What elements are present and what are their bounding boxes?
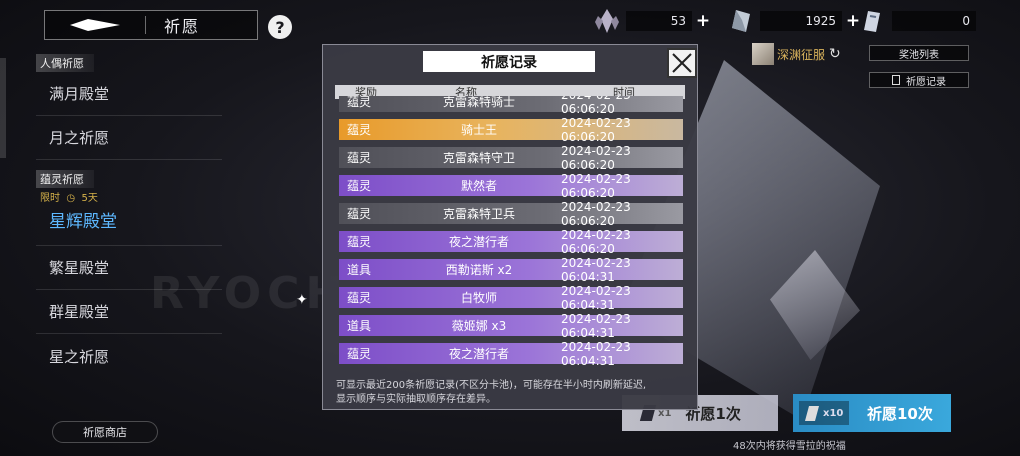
refresh-icon[interactable]: ↻: [829, 46, 841, 62]
abyss-conquest[interactable]: 深渊征服 ↻: [752, 43, 841, 65]
record-name: 夜之潜行者: [448, 347, 509, 361]
record-time: 2024-02-23 06:04:31: [561, 311, 631, 340]
record-note: 可显示最近200条祈愿记录(不区分卡池)，可能存在半小时内刷新延迟, 显示顺序与…: [336, 379, 691, 407]
record-type: 蕴灵: [347, 207, 372, 221]
record-row: 蕴灵 默然者 2024-02-23 06:06:20: [339, 172, 683, 200]
currency-gem: 1925 +: [728, 10, 862, 32]
section-label-doll: 人偶祈愿: [36, 54, 94, 72]
gem-icon: [732, 10, 750, 32]
record-row: 蕴灵 白牧师 2024-02-23 06:04:31: [339, 284, 683, 312]
limited-time-badge: 限时 ◷ 5天: [36, 189, 222, 204]
avatar: [752, 43, 774, 65]
record-name: 默然者: [460, 179, 497, 193]
record-name: 克雷森特卫兵: [442, 207, 515, 221]
clock-icon: ◷: [63, 193, 79, 204]
close-button[interactable]: [667, 48, 697, 78]
pray-ten-cost: x10: [823, 407, 844, 419]
pool-list-button[interactable]: 奖池列表: [869, 45, 969, 61]
record-row: 道具 西勒诺斯 x2 2024-02-23 06:04:31: [339, 256, 683, 284]
crystal-count: 53: [626, 11, 692, 31]
sparkle-icon: ✦: [296, 292, 308, 308]
record-type: 蕴灵: [347, 179, 372, 193]
currency-crystal: 53 +: [594, 9, 712, 33]
sidebar-item-starlight-hall[interactable]: 星辉殿堂: [36, 204, 222, 234]
record-time: 2024-02-23 06:06:20: [561, 171, 631, 200]
record-time: 2024-02-23 06:06:20: [561, 115, 631, 144]
record-time: 2024-02-23 06:06:20: [561, 96, 631, 116]
record-name: 夜之潜行者: [448, 235, 509, 249]
close-icon: [672, 53, 692, 73]
sidebar-item-star-prayer[interactable]: 星之祈愿: [36, 334, 222, 378]
record-row: 蕴灵 夜之潜行者 2024-02-23 06:06:20: [339, 228, 683, 256]
pray-ten-label: 祈愿10次: [867, 404, 933, 423]
ticket-icon: [864, 11, 880, 32]
prayer-shop-button[interactable]: 祈愿商店: [52, 421, 158, 443]
record-name: 克雷森特骑士: [442, 96, 515, 109]
record-row: 道具 薇姬娜 x3 2024-02-23 06:04:31: [339, 312, 683, 340]
record-type: 蕴灵: [347, 151, 372, 165]
record-time: 2024-02-23 06:04:31: [561, 283, 631, 312]
section-label-spirit: 蕴灵祈愿: [36, 170, 94, 188]
crystal-icon: [595, 9, 619, 33]
dialog-title: 祈愿记录: [423, 51, 595, 72]
prayer-record-label: 祈愿记录: [906, 76, 946, 88]
record-time: 2024-02-23 06:06:20: [561, 143, 631, 172]
sidebar: 人偶祈愿 满月殿堂 月之祈愿 蕴灵祈愿 限时 ◷ 5天 星辉殿堂 繁星殿堂 群星…: [36, 52, 222, 378]
divider: [145, 16, 146, 34]
record-row: 蕴灵 克雷森特卫兵 2024-02-23 06:06:20: [339, 200, 683, 228]
back-arrow-icon[interactable]: [45, 11, 145, 39]
record-type: 蕴灵: [347, 96, 372, 109]
limit-days: 5天: [81, 193, 98, 204]
record-name: 薇姬娜 x3: [451, 319, 507, 333]
record-row: 蕴灵 骑士王 2024-02-23 06:06:20: [339, 116, 683, 144]
page-title: 祈愿: [164, 17, 201, 36]
pray-ten-button[interactable]: x10 祈愿10次: [793, 394, 951, 432]
side-drawer-handle[interactable]: [0, 58, 6, 158]
currency-ticket: 0: [860, 11, 976, 32]
record-name: 白牧师: [460, 291, 497, 305]
record-list[interactable]: 蕴灵克雷森特骑士2024-02-23 06:06:20蕴灵骑士王2024-02-…: [337, 96, 683, 370]
record-row: 蕴灵 克雷森特守卫 2024-02-23 06:06:20: [339, 144, 683, 172]
sidebar-item-many-stars-hall[interactable]: 繁星殿堂: [36, 246, 222, 290]
record-time: 2024-02-23 06:04:31: [561, 339, 631, 368]
prayer-record-dialog: 祈愿记录 奖励 名称 时间 蕴灵克雷森特骑士2024-02-23 06:06:2…: [322, 44, 698, 410]
ticket-count: 0: [892, 11, 976, 31]
abyss-label: 深渊征服: [777, 47, 826, 62]
prayer-record-button[interactable]: 祈愿记录: [869, 72, 969, 88]
sidebar-item-moon-prayer[interactable]: 月之祈愿: [36, 116, 222, 160]
sidebar-item-full-moon-hall[interactable]: 满月殿堂: [36, 72, 222, 116]
record-row: 蕴灵 克雷森特骑士 2024-02-23 06:06:20: [339, 96, 683, 116]
record-name: 克雷森特守卫: [442, 151, 515, 165]
record-note-line-2: 显示顺序与实际抽取顺序存在差异。: [336, 394, 496, 405]
record-name: 西勒诺斯 x2: [445, 263, 513, 277]
record-type: 蕴灵: [347, 123, 372, 137]
record-time: 2024-02-23 06:06:20: [561, 199, 631, 228]
help-icon[interactable]: ?: [268, 15, 292, 39]
ticket-icon: [804, 405, 820, 421]
record-note-line-1: 可显示最近200条祈愿记录(不区分卡池)，可能存在半小时内刷新延迟,: [336, 380, 647, 391]
record-type: 蕴灵: [347, 235, 372, 249]
record-type: 蕴灵: [347, 291, 372, 305]
record-time: 2024-02-23 06:04:31: [561, 255, 631, 284]
record-type: 道具: [347, 319, 372, 333]
title-bar: 祈愿: [44, 10, 258, 40]
sidebar-item-group-stars-hall[interactable]: 群星殿堂: [36, 290, 222, 334]
record-type: 蕴灵: [347, 347, 372, 361]
document-icon: [892, 75, 900, 85]
limit-prefix: 限时: [40, 193, 60, 204]
record-row: 蕴灵 夜之潜行者 2024-02-23 06:04:31: [339, 340, 683, 368]
pity-note: 48次内将获得雪拉的祝福: [733, 441, 846, 452]
record-name: 骑士王: [460, 123, 497, 137]
record-time: 2024-02-23 06:06:20: [561, 227, 631, 256]
gem-count: 1925: [760, 11, 842, 31]
ticket-cost-box: x10: [799, 401, 849, 425]
add-crystal-button[interactable]: +: [694, 11, 712, 31]
record-type: 道具: [347, 263, 372, 277]
